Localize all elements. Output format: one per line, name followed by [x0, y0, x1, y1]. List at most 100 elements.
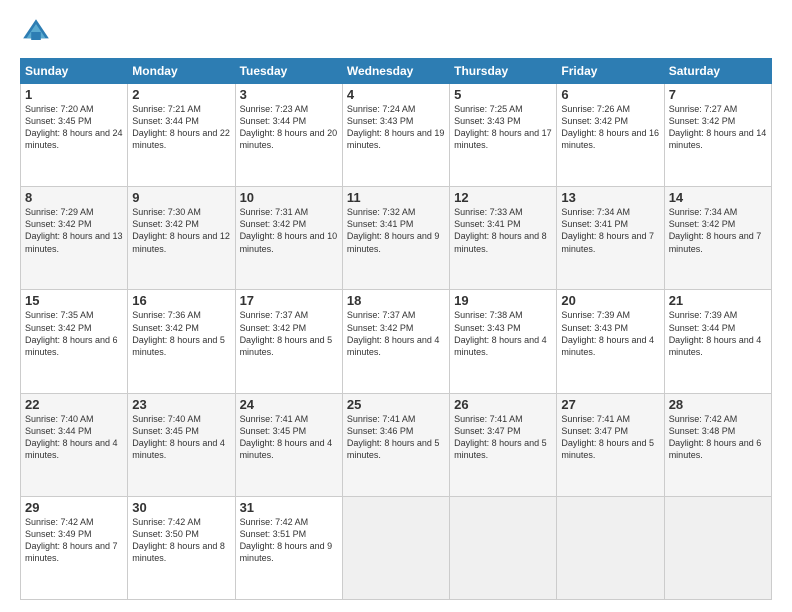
calendar-cell: 31 Sunrise: 7:42 AMSunset: 3:51 PMDaylig…: [235, 496, 342, 599]
calendar-cell: 16 Sunrise: 7:36 AMSunset: 3:42 PMDaylig…: [128, 290, 235, 393]
calendar-cell: 8 Sunrise: 7:29 AMSunset: 3:42 PMDayligh…: [21, 187, 128, 290]
calendar-cell: 21 Sunrise: 7:39 AMSunset: 3:44 PMDaylig…: [664, 290, 771, 393]
day-number: 31: [240, 500, 338, 515]
day-number: 8: [25, 190, 123, 205]
logo: [20, 16, 56, 48]
calendar-cell: 7 Sunrise: 7:27 AMSunset: 3:42 PMDayligh…: [664, 84, 771, 187]
day-number: 24: [240, 397, 338, 412]
calendar-cell: 1 Sunrise: 7:20 AMSunset: 3:45 PMDayligh…: [21, 84, 128, 187]
calendar-cell: 13 Sunrise: 7:34 AMSunset: 3:41 PMDaylig…: [557, 187, 664, 290]
logo-icon: [20, 16, 52, 48]
calendar-cell: 5 Sunrise: 7:25 AMSunset: 3:43 PMDayligh…: [450, 84, 557, 187]
day-number: 21: [669, 293, 767, 308]
cell-text: Sunrise: 7:33 AMSunset: 3:41 PMDaylight:…: [454, 207, 547, 253]
cell-text: Sunrise: 7:37 AMSunset: 3:42 PMDaylight:…: [240, 310, 333, 356]
cell-text: Sunrise: 7:31 AMSunset: 3:42 PMDaylight:…: [240, 207, 338, 253]
day-number: 5: [454, 87, 552, 102]
cell-text: Sunrise: 7:21 AMSunset: 3:44 PMDaylight:…: [132, 104, 230, 150]
cell-text: Sunrise: 7:25 AMSunset: 3:43 PMDaylight:…: [454, 104, 552, 150]
cell-text: Sunrise: 7:34 AMSunset: 3:42 PMDaylight:…: [669, 207, 762, 253]
cell-text: Sunrise: 7:42 AMSunset: 3:49 PMDaylight:…: [25, 517, 118, 563]
calendar-week-5: 29 Sunrise: 7:42 AMSunset: 3:49 PMDaylig…: [21, 496, 772, 599]
cell-text: Sunrise: 7:26 AMSunset: 3:42 PMDaylight:…: [561, 104, 659, 150]
cell-text: Sunrise: 7:41 AMSunset: 3:47 PMDaylight:…: [454, 414, 547, 460]
calendar-cell: [342, 496, 449, 599]
header-sunday: Sunday: [21, 59, 128, 84]
calendar-cell: 22 Sunrise: 7:40 AMSunset: 3:44 PMDaylig…: [21, 393, 128, 496]
day-number: 12: [454, 190, 552, 205]
calendar-cell: 15 Sunrise: 7:35 AMSunset: 3:42 PMDaylig…: [21, 290, 128, 393]
cell-text: Sunrise: 7:42 AMSunset: 3:50 PMDaylight:…: [132, 517, 225, 563]
day-number: 20: [561, 293, 659, 308]
cell-text: Sunrise: 7:36 AMSunset: 3:42 PMDaylight:…: [132, 310, 225, 356]
calendar-cell: 27 Sunrise: 7:41 AMSunset: 3:47 PMDaylig…: [557, 393, 664, 496]
header-monday: Monday: [128, 59, 235, 84]
day-number: 26: [454, 397, 552, 412]
day-number: 16: [132, 293, 230, 308]
cell-text: Sunrise: 7:27 AMSunset: 3:42 PMDaylight:…: [669, 104, 767, 150]
calendar-cell: [450, 496, 557, 599]
header-wednesday: Wednesday: [342, 59, 449, 84]
calendar-cell: 19 Sunrise: 7:38 AMSunset: 3:43 PMDaylig…: [450, 290, 557, 393]
calendar-week-1: 1 Sunrise: 7:20 AMSunset: 3:45 PMDayligh…: [21, 84, 772, 187]
day-number: 27: [561, 397, 659, 412]
day-number: 23: [132, 397, 230, 412]
day-number: 10: [240, 190, 338, 205]
cell-text: Sunrise: 7:39 AMSunset: 3:43 PMDaylight:…: [561, 310, 654, 356]
cell-text: Sunrise: 7:41 AMSunset: 3:45 PMDaylight:…: [240, 414, 333, 460]
day-number: 25: [347, 397, 445, 412]
cell-text: Sunrise: 7:30 AMSunset: 3:42 PMDaylight:…: [132, 207, 230, 253]
day-number: 6: [561, 87, 659, 102]
calendar-cell: 25 Sunrise: 7:41 AMSunset: 3:46 PMDaylig…: [342, 393, 449, 496]
calendar-cell: 4 Sunrise: 7:24 AMSunset: 3:43 PMDayligh…: [342, 84, 449, 187]
cell-text: Sunrise: 7:40 AMSunset: 3:44 PMDaylight:…: [25, 414, 118, 460]
calendar-cell: 26 Sunrise: 7:41 AMSunset: 3:47 PMDaylig…: [450, 393, 557, 496]
cell-text: Sunrise: 7:34 AMSunset: 3:41 PMDaylight:…: [561, 207, 654, 253]
calendar-week-4: 22 Sunrise: 7:40 AMSunset: 3:44 PMDaylig…: [21, 393, 772, 496]
calendar-cell: [557, 496, 664, 599]
calendar-cell: 30 Sunrise: 7:42 AMSunset: 3:50 PMDaylig…: [128, 496, 235, 599]
day-number: 9: [132, 190, 230, 205]
header-friday: Friday: [557, 59, 664, 84]
calendar-cell: 29 Sunrise: 7:42 AMSunset: 3:49 PMDaylig…: [21, 496, 128, 599]
day-number: 17: [240, 293, 338, 308]
day-number: 3: [240, 87, 338, 102]
day-number: 7: [669, 87, 767, 102]
calendar-cell: 3 Sunrise: 7:23 AMSunset: 3:44 PMDayligh…: [235, 84, 342, 187]
day-number: 28: [669, 397, 767, 412]
calendar-cell: 20 Sunrise: 7:39 AMSunset: 3:43 PMDaylig…: [557, 290, 664, 393]
header-saturday: Saturday: [664, 59, 771, 84]
page: SundayMondayTuesdayWednesdayThursdayFrid…: [0, 0, 792, 612]
cell-text: Sunrise: 7:39 AMSunset: 3:44 PMDaylight:…: [669, 310, 762, 356]
calendar-cell: 12 Sunrise: 7:33 AMSunset: 3:41 PMDaylig…: [450, 187, 557, 290]
day-number: 14: [669, 190, 767, 205]
cell-text: Sunrise: 7:24 AMSunset: 3:43 PMDaylight:…: [347, 104, 445, 150]
day-number: 4: [347, 87, 445, 102]
day-number: 29: [25, 500, 123, 515]
calendar-cell: 18 Sunrise: 7:37 AMSunset: 3:42 PMDaylig…: [342, 290, 449, 393]
day-number: 1: [25, 87, 123, 102]
day-number: 18: [347, 293, 445, 308]
calendar-cell: 28 Sunrise: 7:42 AMSunset: 3:48 PMDaylig…: [664, 393, 771, 496]
header-thursday: Thursday: [450, 59, 557, 84]
day-number: 22: [25, 397, 123, 412]
cell-text: Sunrise: 7:41 AMSunset: 3:46 PMDaylight:…: [347, 414, 440, 460]
cell-text: Sunrise: 7:23 AMSunset: 3:44 PMDaylight:…: [240, 104, 338, 150]
day-number: 30: [132, 500, 230, 515]
cell-text: Sunrise: 7:41 AMSunset: 3:47 PMDaylight:…: [561, 414, 654, 460]
cell-text: Sunrise: 7:37 AMSunset: 3:42 PMDaylight:…: [347, 310, 440, 356]
calendar-cell: 10 Sunrise: 7:31 AMSunset: 3:42 PMDaylig…: [235, 187, 342, 290]
calendar-week-2: 8 Sunrise: 7:29 AMSunset: 3:42 PMDayligh…: [21, 187, 772, 290]
calendar-week-3: 15 Sunrise: 7:35 AMSunset: 3:42 PMDaylig…: [21, 290, 772, 393]
calendar-cell: 24 Sunrise: 7:41 AMSunset: 3:45 PMDaylig…: [235, 393, 342, 496]
cell-text: Sunrise: 7:32 AMSunset: 3:41 PMDaylight:…: [347, 207, 440, 253]
calendar-cell: 11 Sunrise: 7:32 AMSunset: 3:41 PMDaylig…: [342, 187, 449, 290]
day-number: 11: [347, 190, 445, 205]
day-number: 15: [25, 293, 123, 308]
day-number: 2: [132, 87, 230, 102]
calendar-table: SundayMondayTuesdayWednesdayThursdayFrid…: [20, 58, 772, 600]
cell-text: Sunrise: 7:35 AMSunset: 3:42 PMDaylight:…: [25, 310, 118, 356]
calendar-cell: 23 Sunrise: 7:40 AMSunset: 3:45 PMDaylig…: [128, 393, 235, 496]
header-tuesday: Tuesday: [235, 59, 342, 84]
calendar-cell: 2 Sunrise: 7:21 AMSunset: 3:44 PMDayligh…: [128, 84, 235, 187]
